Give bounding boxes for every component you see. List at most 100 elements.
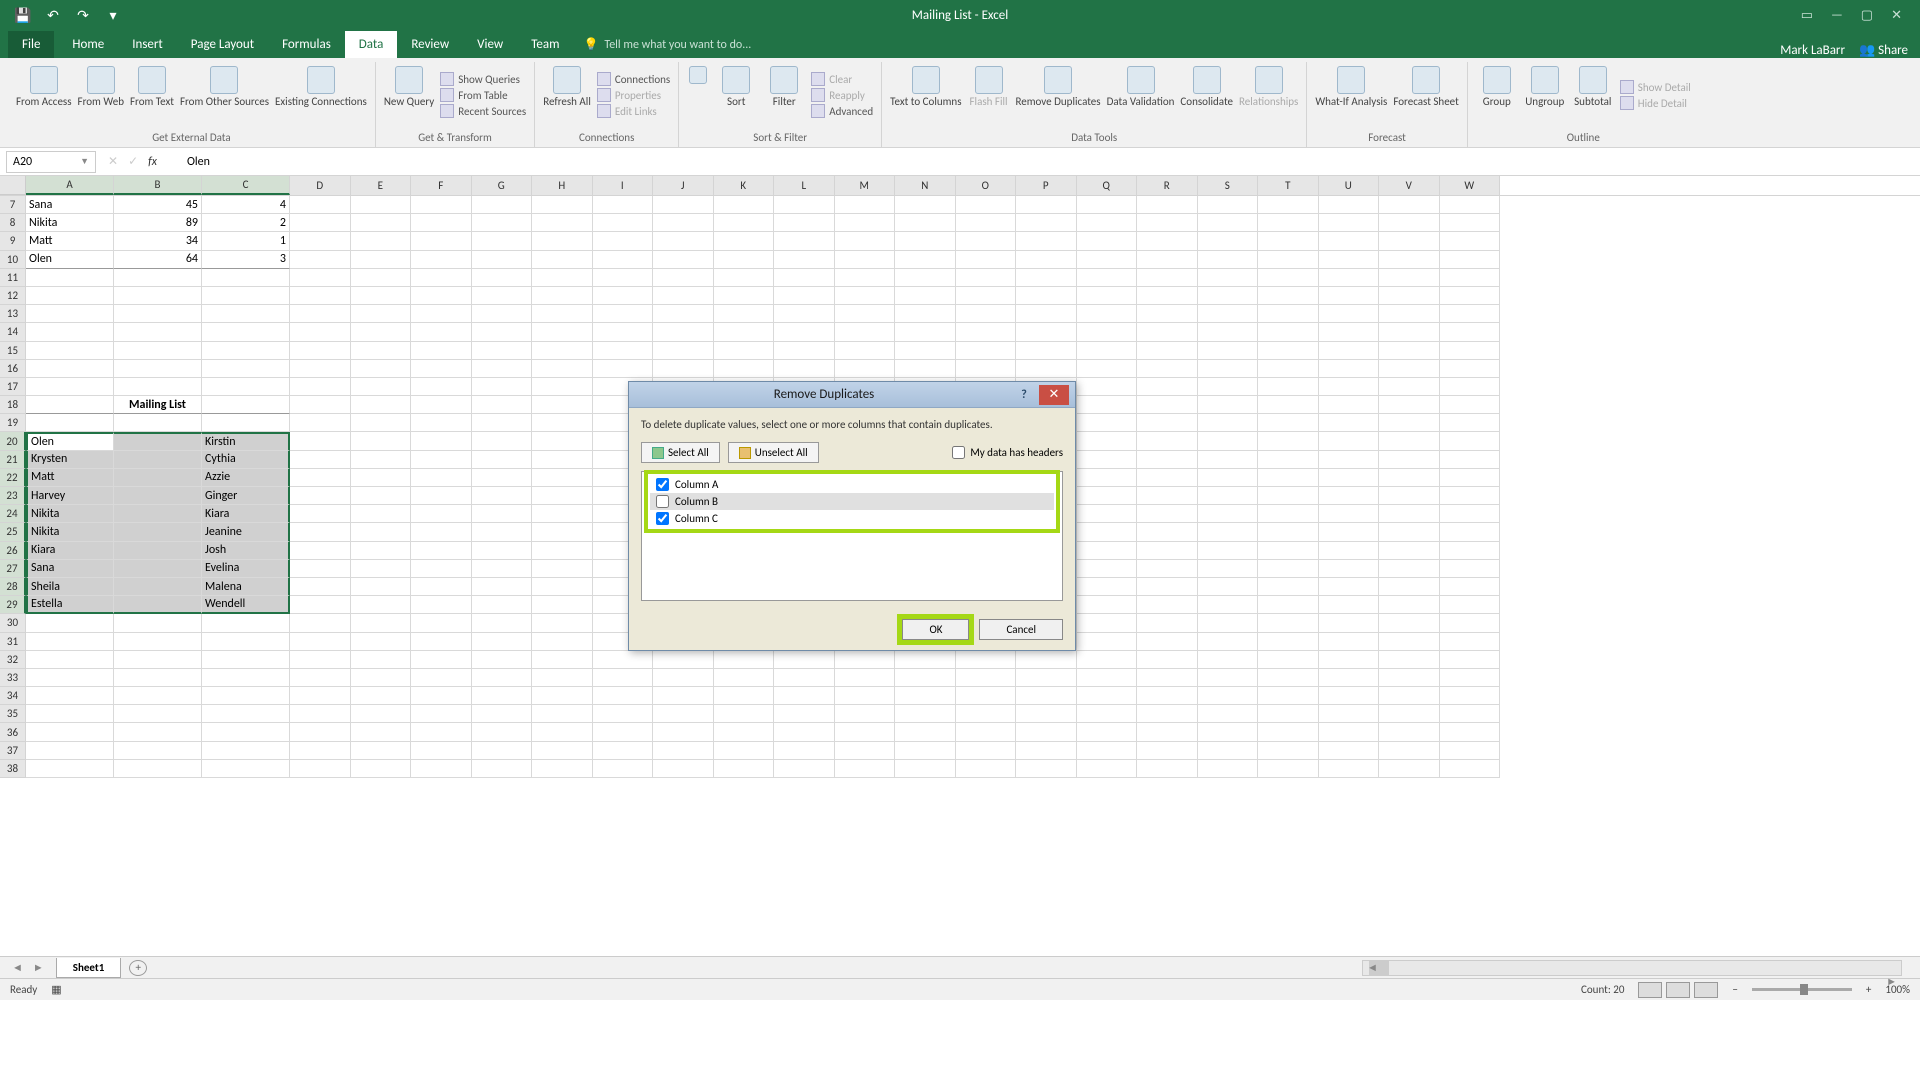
cell[interactable] <box>1258 742 1319 760</box>
row-header[interactable]: 31 <box>0 633 26 651</box>
cell[interactable] <box>1137 669 1198 687</box>
cell[interactable] <box>1379 505 1440 523</box>
cell[interactable] <box>1319 687 1380 705</box>
cell[interactable] <box>1198 523 1259 541</box>
cell[interactable] <box>895 669 956 687</box>
row-header[interactable]: 19 <box>0 414 26 432</box>
cell[interactable] <box>1077 469 1138 487</box>
cell[interactable] <box>290 360 351 378</box>
cell[interactable] <box>653 760 714 778</box>
text-to-columns-button[interactable]: Text to Columns <box>890 62 961 128</box>
cell[interactable] <box>1379 651 1440 669</box>
cell[interactable] <box>411 523 472 541</box>
cell[interactable] <box>1258 396 1319 414</box>
qat-customize-icon[interactable]: ▾ <box>104 6 122 24</box>
cell[interactable] <box>1137 360 1198 378</box>
cell[interactable] <box>351 396 412 414</box>
cell[interactable] <box>895 360 956 378</box>
normal-view-button[interactable] <box>1638 982 1662 998</box>
from-access-button[interactable]: From Access <box>16 62 72 128</box>
cell[interactable] <box>472 578 533 596</box>
maximize-icon[interactable]: ▢ <box>1861 8 1873 23</box>
cell[interactable] <box>1137 396 1198 414</box>
cell[interactable] <box>1440 633 1501 651</box>
cell[interactable] <box>1440 269 1501 287</box>
cell[interactable] <box>1198 196 1259 214</box>
cell[interactable] <box>351 287 412 305</box>
cell[interactable] <box>1440 742 1501 760</box>
cell[interactable] <box>1258 360 1319 378</box>
cell[interactable] <box>202 723 290 741</box>
col-header-h[interactable]: H <box>532 176 593 195</box>
cell[interactable] <box>472 760 533 778</box>
cell[interactable] <box>351 578 412 596</box>
cell[interactable] <box>1016 232 1077 250</box>
cell[interactable] <box>290 469 351 487</box>
cell[interactable] <box>895 214 956 232</box>
cell[interactable]: 1 <box>202 232 290 250</box>
cell[interactable] <box>1379 287 1440 305</box>
cell[interactable] <box>1379 378 1440 396</box>
row-header[interactable]: 29 <box>0 596 26 614</box>
cell[interactable] <box>351 451 412 469</box>
cell[interactable] <box>351 360 412 378</box>
flash-fill-button[interactable]: Flash Fill <box>968 62 1010 128</box>
cell[interactable] <box>1198 633 1259 651</box>
cell[interactable] <box>351 323 412 341</box>
cell[interactable] <box>411 232 472 250</box>
formula-input[interactable]: Olen <box>179 155 1920 169</box>
cell[interactable] <box>653 687 714 705</box>
cell[interactable] <box>1379 396 1440 414</box>
recent-sources-button[interactable]: Recent Sources <box>440 104 526 118</box>
cell[interactable] <box>26 414 114 432</box>
column-checkbox-b[interactable]: Column B <box>650 493 1054 510</box>
cell[interactable] <box>1379 251 1440 269</box>
undo-icon[interactable]: ↶ <box>44 6 62 24</box>
cell[interactable] <box>114 305 202 323</box>
cell[interactable] <box>1379 305 1440 323</box>
cancel-formula-icon[interactable]: ✕ <box>108 154 118 169</box>
cell[interactable] <box>1258 469 1319 487</box>
cell[interactable] <box>714 305 775 323</box>
cell[interactable] <box>1258 705 1319 723</box>
cell[interactable] <box>774 742 835 760</box>
cell[interactable] <box>1379 560 1440 578</box>
sheet-nav-next-icon[interactable]: ► <box>33 961 44 974</box>
cell[interactable] <box>290 232 351 250</box>
cell[interactable] <box>351 542 412 560</box>
cell[interactable] <box>411 651 472 669</box>
col-header-s[interactable]: S <box>1198 176 1259 195</box>
col-header-u[interactable]: U <box>1319 176 1380 195</box>
macro-recording-icon[interactable]: ▦ <box>51 983 61 996</box>
cell[interactable] <box>1137 687 1198 705</box>
cell[interactable] <box>472 542 533 560</box>
cell[interactable] <box>714 214 775 232</box>
row-header[interactable]: 17 <box>0 378 26 396</box>
cell[interactable] <box>1198 760 1259 778</box>
cell[interactable] <box>1379 523 1440 541</box>
cell[interactable] <box>202 705 290 723</box>
cell[interactable] <box>472 560 533 578</box>
cell[interactable] <box>1198 505 1259 523</box>
cell[interactable] <box>411 633 472 651</box>
row-header[interactable]: 24 <box>0 505 26 523</box>
cell[interactable] <box>835 742 896 760</box>
fx-icon[interactable]: fx <box>148 155 167 169</box>
cell[interactable] <box>1137 560 1198 578</box>
tab-view[interactable]: View <box>463 31 517 58</box>
from-other-sources-button[interactable]: From Other Sources <box>180 62 269 128</box>
cell[interactable] <box>1198 614 1259 632</box>
tab-page-layout[interactable]: Page Layout <box>177 31 268 58</box>
cell[interactable] <box>1077 760 1138 778</box>
cell[interactable] <box>1319 596 1380 614</box>
cell[interactable] <box>114 269 202 287</box>
cell[interactable] <box>1077 342 1138 360</box>
cell[interactable] <box>1319 505 1380 523</box>
cell[interactable] <box>1016 269 1077 287</box>
cell[interactable] <box>1016 687 1077 705</box>
cell[interactable]: 89 <box>114 214 202 232</box>
cell[interactable]: Olen <box>26 432 114 450</box>
cell[interactable] <box>290 760 351 778</box>
cell[interactable] <box>202 687 290 705</box>
cell[interactable] <box>290 669 351 687</box>
